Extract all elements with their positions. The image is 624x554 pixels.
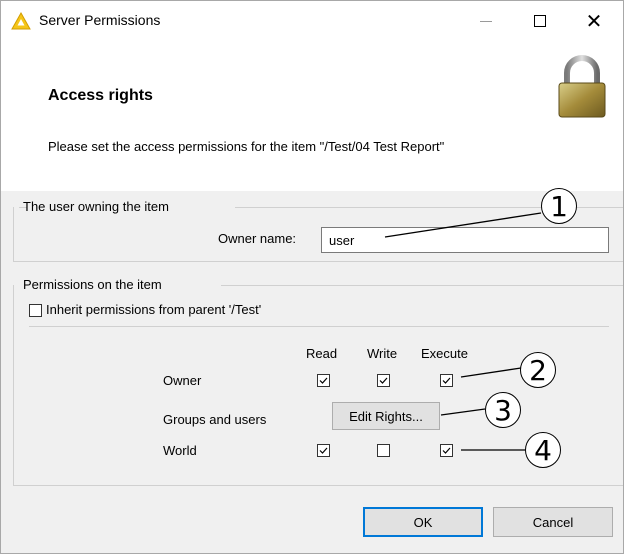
- callout-3: 3: [485, 392, 521, 428]
- callout-1-line: [384, 212, 542, 238]
- callout-2: 2: [520, 352, 556, 388]
- callout-4: 4: [525, 432, 561, 468]
- callout-leader-lines: [384, 212, 542, 451]
- server-permissions-dialog: Server Permissions ✕ Access rights Pleas…: [0, 0, 624, 554]
- callout-1: 1: [541, 188, 577, 224]
- callout-3-line: [440, 408, 486, 416]
- callout-2-line: [460, 367, 522, 378]
